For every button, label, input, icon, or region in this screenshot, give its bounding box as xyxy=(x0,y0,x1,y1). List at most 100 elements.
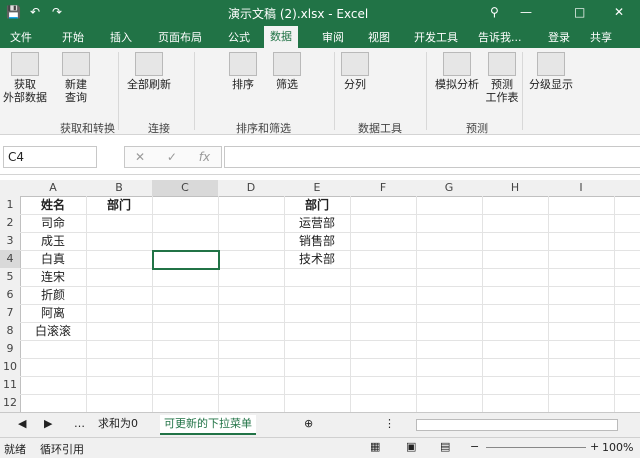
scroll-right-icon[interactable]: ▶ xyxy=(40,415,56,433)
row-header[interactable]: 2 xyxy=(0,214,21,233)
column-header[interactable]: H xyxy=(482,180,549,197)
undo-icon[interactable]: ↶ xyxy=(30,5,40,19)
query-icon xyxy=(62,52,90,76)
cell-E4[interactable]: 技术部 xyxy=(284,250,350,268)
cell-A8[interactable]: 白滚滚 xyxy=(20,322,86,340)
login-link[interactable]: 登录 xyxy=(548,29,570,45)
cancel-icon[interactable]: ✕ xyxy=(135,150,145,164)
horizontal-scrollbar[interactable] xyxy=(416,419,618,431)
column-header[interactable]: A xyxy=(20,180,87,197)
tab-view[interactable]: 视图 xyxy=(368,29,390,45)
tell-me-box[interactable]: 告诉我... xyxy=(478,29,522,45)
row-header[interactable]: 4 xyxy=(0,250,21,269)
new-query-button[interactable]: 新建 查询 xyxy=(56,52,96,104)
sheet-options-icon[interactable]: ⋮ xyxy=(380,415,399,433)
status-circular: 循环引用 xyxy=(40,443,84,456)
grid-line xyxy=(20,340,640,341)
column-header[interactable]: B xyxy=(86,180,153,197)
help-icon[interactable]: ⚲ xyxy=(490,5,499,19)
tab-home[interactable]: 开始 xyxy=(62,29,84,45)
column-header[interactable]: G xyxy=(416,180,483,197)
more-sheets-icon[interactable]: … xyxy=(70,415,89,433)
tab-data[interactable]: 数据 xyxy=(264,26,298,48)
tab-formulas[interactable]: 公式 xyxy=(228,29,250,45)
tab-insert[interactable]: 插入 xyxy=(110,29,132,45)
text-to-columns-button[interactable]: 分列 xyxy=(340,52,370,91)
forecast-label: 预测 工作表 xyxy=(485,78,519,104)
row-header[interactable]: 7 xyxy=(0,304,21,323)
zoom-out-icon[interactable]: − xyxy=(470,440,479,453)
tab-developer[interactable]: 开发工具 xyxy=(414,29,458,45)
share-button[interactable]: 共享 xyxy=(590,29,612,45)
tab-page-layout[interactable]: 页面布局 xyxy=(158,29,202,45)
cell-A3[interactable]: 成玉 xyxy=(20,232,86,250)
save-icon[interactable]: 💾 xyxy=(6,5,21,19)
sheet-tab-active[interactable]: 可更新的下拉菜单 xyxy=(160,415,256,435)
row-header[interactable]: 3 xyxy=(0,232,21,251)
filter-label: 筛选 xyxy=(276,78,298,91)
scroll-left-icon[interactable]: ◀ xyxy=(14,415,30,433)
what-if-button[interactable]: 模拟分析 xyxy=(432,52,482,91)
column-header[interactable]: F xyxy=(350,180,417,197)
group-separator xyxy=(118,52,119,130)
name-box[interactable]: C4 xyxy=(3,146,97,168)
add-sheet-icon[interactable]: ⊕ xyxy=(300,415,317,433)
cell-E3[interactable]: 销售部 xyxy=(284,232,350,250)
cell-A5[interactable]: 连宋 xyxy=(20,268,86,286)
tab-review[interactable]: 审阅 xyxy=(322,29,344,45)
row-header[interactable]: 6 xyxy=(0,286,21,305)
cell-A4[interactable]: 白真 xyxy=(20,250,86,268)
close-icon[interactable]: ✕ xyxy=(614,5,624,19)
row-header[interactable]: 12 xyxy=(0,394,21,413)
zoom-level: 100% xyxy=(602,441,634,454)
page-layout-view-icon[interactable]: ▣ xyxy=(406,440,416,453)
grid-line xyxy=(20,286,640,287)
outline-label: 分级显示 xyxy=(529,78,573,91)
zoom-slider[interactable] xyxy=(486,447,586,448)
row-header[interactable]: 10 xyxy=(0,358,21,377)
restore-icon[interactable]: □ xyxy=(574,5,585,19)
row-header[interactable]: 9 xyxy=(0,340,21,359)
cell-A7[interactable]: 阿离 xyxy=(20,304,86,322)
tab-file[interactable]: 文件 xyxy=(10,29,32,45)
grid-line xyxy=(20,376,640,377)
formula-input[interactable] xyxy=(224,146,640,168)
forecast-icon xyxy=(488,52,516,76)
sort-button[interactable]: 排序 xyxy=(228,52,258,91)
column-header[interactable]: C xyxy=(152,180,219,197)
forecast-sheet-button[interactable]: 预测 工作表 xyxy=(484,52,520,104)
refresh-icon xyxy=(135,52,163,76)
row-header[interactable]: 1 xyxy=(0,196,21,215)
select-all-corner[interactable] xyxy=(0,180,21,197)
active-cell-C4[interactable] xyxy=(152,250,220,270)
page-break-view-icon[interactable]: ▤ xyxy=(440,440,450,453)
sort-icon xyxy=(229,52,257,76)
cell-A2[interactable]: 司命 xyxy=(20,214,86,232)
refresh-all-button[interactable]: 全部刷新 xyxy=(124,52,174,91)
enter-icon[interactable]: ✓ xyxy=(167,150,177,164)
filter-button[interactable]: 筛选 xyxy=(272,52,302,91)
zoom-in-icon[interactable]: + xyxy=(590,440,599,453)
row-header[interactable]: 5 xyxy=(0,268,21,287)
column-header[interactable]: I xyxy=(548,180,615,197)
outline-button[interactable]: 分级显示 xyxy=(526,52,576,91)
cell-A1[interactable]: 姓名 xyxy=(20,196,86,214)
row-header[interactable]: 11 xyxy=(0,376,21,395)
cell-E1[interactable]: 部门 xyxy=(284,196,350,214)
column-header[interactable]: D xyxy=(218,180,285,197)
column-header[interactable]: E xyxy=(284,180,351,197)
group-label: 数据工具 xyxy=(358,122,402,135)
cell-A6[interactable]: 折颜 xyxy=(20,286,86,304)
insert-function-icon[interactable]: fx xyxy=(199,150,210,164)
sheet-tab[interactable]: 求和为0 xyxy=(94,415,142,433)
cell-E2[interactable]: 运营部 xyxy=(284,214,350,232)
window-title: 演示文稿 (2).xlsx - Excel xyxy=(228,7,369,21)
row-header[interactable]: 8 xyxy=(0,322,21,341)
normal-view-icon[interactable]: ▦ xyxy=(370,440,380,453)
get-external-data-button[interactable]: 获取 外部数据 xyxy=(2,52,48,104)
minimize-icon[interactable]: — xyxy=(520,5,532,19)
redo-icon[interactable]: ↷ xyxy=(52,5,62,19)
group-separator xyxy=(334,52,335,130)
column-header[interactable] xyxy=(614,180,640,197)
cell-B1[interactable]: 部门 xyxy=(86,196,152,214)
